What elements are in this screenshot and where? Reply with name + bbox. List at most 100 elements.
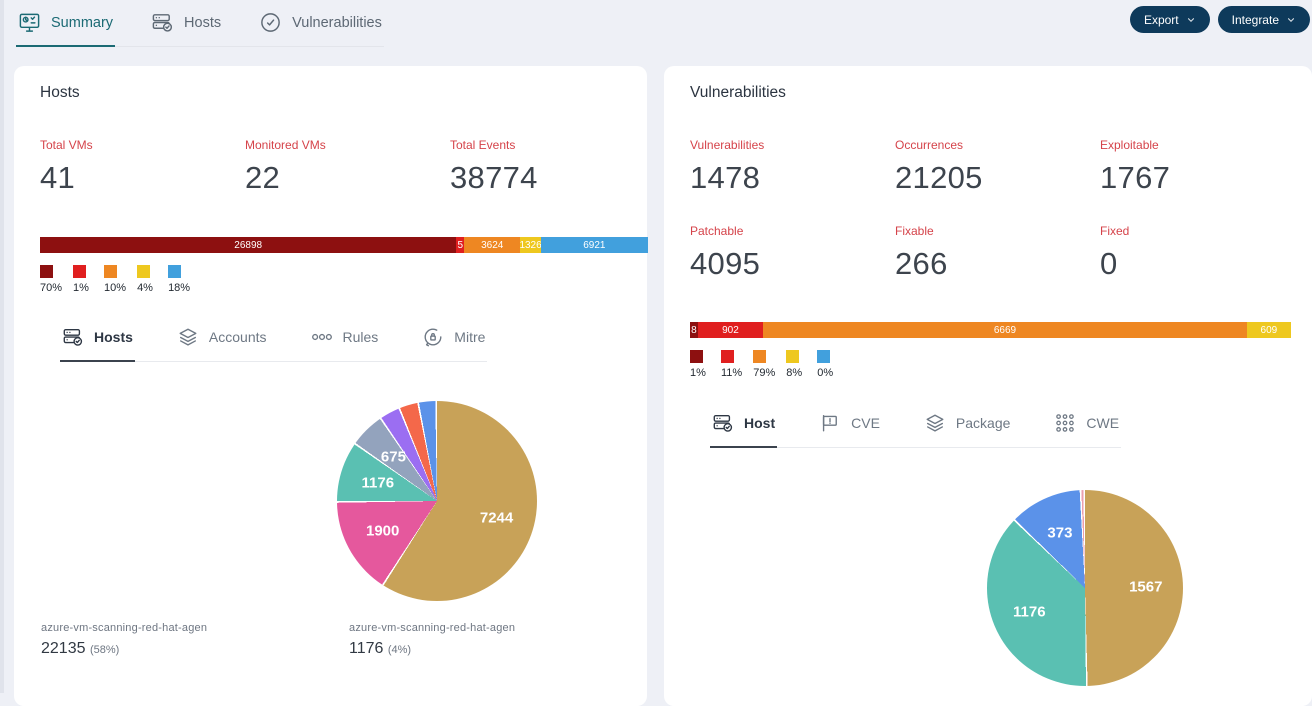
vulnerabilities-panel: Vulnerabilities Vulnerabilities 1478 Occ… (664, 66, 1312, 706)
host-events-value: 1176 (349, 640, 383, 657)
tab-summary[interactable]: Summary (16, 0, 115, 46)
legend-color-swatch (40, 265, 53, 278)
tab-vulnerabilities[interactable]: Vulnerabilities (257, 0, 384, 46)
legend-percentage: 11% (721, 367, 742, 379)
subtab-label: CWE (1086, 415, 1119, 431)
stat-value: 1767 (1100, 160, 1305, 196)
subtab-label: Accounts (209, 329, 267, 345)
subtab-package[interactable]: Package (922, 406, 1012, 447)
stat-label: Total VMs (40, 138, 245, 152)
stat-total-events: Total Events 38774 (450, 138, 655, 196)
hosts-panel: Hosts Total VMs 41 Monitored VMs 22 Tota… (14, 66, 647, 706)
top-bar: Summary Hosts Vulnerabiliti (0, 0, 1312, 66)
host-events-value: 22135 (41, 640, 86, 657)
stat-exploitable: Exploitable 1767 (1100, 138, 1305, 196)
legend-percentage: 10% (104, 282, 126, 294)
integrate-button-label: Integrate (1232, 13, 1279, 27)
stat-value: 1478 (690, 160, 895, 196)
bar-segment: 609 (1247, 322, 1291, 338)
server-icon (151, 11, 174, 34)
legend-percentage: 1% (73, 282, 93, 294)
subtab-mitre[interactable]: Mitre (420, 320, 487, 361)
host-events-pct: (58%) (90, 644, 119, 656)
legend-percentage: 4% (137, 282, 157, 294)
hosts-panel-title: Hosts (40, 84, 80, 102)
legend-color-swatch (817, 350, 830, 363)
stat-fixed: Fixed 0 (1100, 224, 1305, 282)
legend-color-swatch (73, 265, 86, 278)
tab-hosts[interactable]: Hosts (149, 0, 223, 46)
legend-color-swatch (690, 350, 703, 363)
export-button[interactable]: Export (1130, 6, 1210, 33)
stat-value: 21205 (895, 160, 1100, 196)
bar-segment: 6669 (763, 322, 1247, 338)
subtab-cwe[interactable]: CWE (1052, 406, 1121, 447)
subtab-hosts[interactable]: Hosts (60, 320, 135, 361)
legend-item: 1% (73, 265, 93, 294)
vuln-stacked-bar: 89026669609 (690, 322, 1291, 338)
lock-cycle-icon (422, 326, 444, 348)
subtab-rules[interactable]: Rules (309, 320, 381, 361)
bar-segment: 8 (690, 322, 698, 338)
legend-item: 11% (721, 350, 742, 379)
subtab-cve[interactable]: CVE (817, 406, 882, 447)
legend-color-swatch (104, 265, 117, 278)
hosts-bar-legend: 70% 1% 10% 4% 18% (40, 265, 190, 294)
stat-monitored-vms: Monitored VMs 22 (245, 138, 450, 196)
legend-item: 70% (40, 265, 62, 294)
stat-patchable: Patchable 4095 (690, 224, 895, 282)
stat-label: Fixed (1100, 224, 1305, 238)
bar-segment: 26898 (40, 237, 456, 253)
tab-summary-label: Summary (51, 15, 113, 31)
legend-item: 8% (786, 350, 806, 379)
stat-value: 38774 (450, 160, 655, 196)
stat-label: Monitored VMs (245, 138, 450, 152)
stat-label: Vulnerabilities (690, 138, 895, 152)
legend-item: 4% (137, 265, 157, 294)
host-events-pct: (4%) (388, 644, 411, 656)
stat-label: Exploitable (1100, 138, 1305, 152)
subtab-host[interactable]: Host (710, 406, 777, 447)
stat-vulnerabilities: Vulnerabilities 1478 (690, 138, 895, 196)
bar-segment: 3624 (464, 237, 520, 253)
host-name: azure-vm-scanning-red-hat-agen (349, 622, 657, 634)
host-name: azure-vm-scanning-red-hat-agen (41, 622, 349, 634)
legend-item: 1% (690, 350, 710, 379)
bar-segment: 6921 (541, 237, 648, 253)
subtab-label: CVE (851, 415, 880, 431)
three-circles-icon (311, 326, 333, 348)
stat-value: 266 (895, 246, 1100, 282)
legend-color-swatch (753, 350, 766, 363)
export-button-label: Export (1144, 13, 1179, 27)
legend-percentage: 79% (753, 367, 775, 379)
bar-segment: 1326 (520, 237, 541, 253)
stat-value: 0 (1100, 246, 1305, 282)
pie-slice-label: 1176 (1013, 604, 1046, 621)
subtab-accounts[interactable]: Accounts (175, 320, 269, 361)
stat-label: Patchable (690, 224, 895, 238)
vuln-sub-tabs: Host CVE Package (710, 406, 1121, 448)
subtab-label: Mitre (454, 329, 485, 345)
legend-percentage: 18% (168, 282, 190, 294)
legend-color-swatch (168, 265, 181, 278)
legend-color-swatch (786, 350, 799, 363)
main-tabs: Summary Hosts Vulnerabiliti (16, 0, 384, 47)
vuln-stats-row-2: Patchable 4095 Fixable 266 Fixed 0 (690, 224, 1305, 282)
shield-icon (259, 11, 282, 34)
legend-percentage: 8% (786, 367, 806, 379)
legend-item: 0% (817, 350, 837, 379)
server-icon (62, 326, 84, 348)
hosts-stacked-bar: 268985362413266921 (40, 237, 648, 253)
legend-percentage: 70% (40, 282, 62, 294)
integrate-button[interactable]: Integrate (1218, 6, 1310, 33)
stat-value: 4095 (690, 246, 895, 282)
vuln-bar-legend: 1% 11% 79% 8% 0% (690, 350, 837, 379)
dashboard-monitor-icon (18, 11, 41, 34)
pie-legend-entry: azure-vm-scanning-red-hat-agen 1176 (4%) (349, 622, 657, 658)
vuln-pie-chart: 15671176373 (987, 490, 1183, 686)
layers-icon (177, 326, 199, 348)
hosts-stats-row: Total VMs 41 Monitored VMs 22 Total Even… (40, 138, 655, 196)
tab-hosts-label: Hosts (184, 15, 221, 31)
legend-color-swatch (721, 350, 734, 363)
stat-occurrences: Occurrences 21205 (895, 138, 1100, 196)
